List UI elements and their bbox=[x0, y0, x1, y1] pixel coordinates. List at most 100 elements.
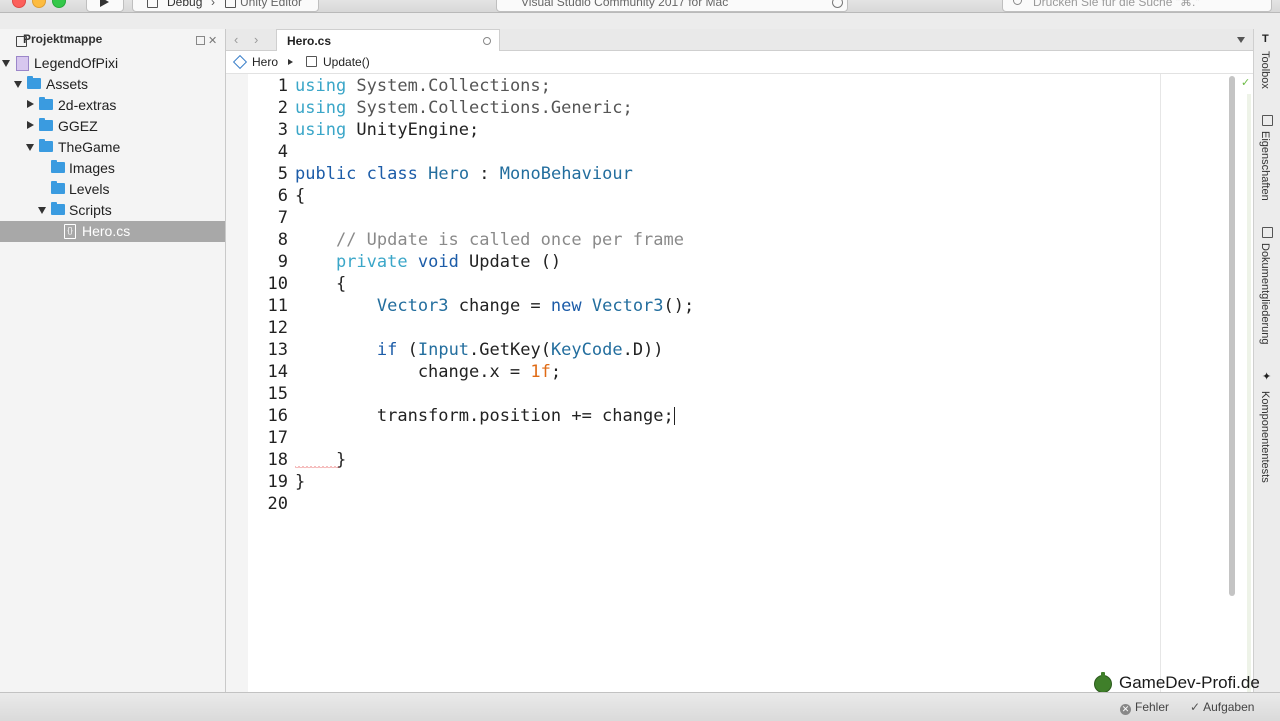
tree-item-images[interactable]: Images bbox=[0, 158, 225, 179]
breadcrumb: Hero Update() bbox=[226, 51, 1253, 74]
tool-unit-tests[interactable]: ✦ Komponententests bbox=[1254, 372, 1280, 513]
code-line[interactable]: 16 transform.position += change; bbox=[226, 405, 1156, 427]
close-window-button[interactable] bbox=[12, 0, 26, 8]
tree-item-ggez[interactable]: GGEZ bbox=[0, 116, 225, 137]
code-text: { bbox=[295, 185, 305, 207]
code-line[interactable]: 14 change.x = 1f; bbox=[226, 361, 1156, 383]
expand-arrow-icon[interactable] bbox=[38, 207, 46, 214]
code-token: UnityEngine; bbox=[346, 120, 480, 140]
code-text: public class Hero : MonoBehaviour bbox=[295, 163, 633, 185]
minimize-window-button[interactable] bbox=[32, 0, 46, 8]
solution-pad: Projektmappe ✕ LegendOfPixi Assets 2d-ex… bbox=[0, 29, 226, 692]
vertical-scrollbar[interactable] bbox=[1229, 76, 1235, 596]
tool-document-outline[interactable]: Dokumentgliederung bbox=[1254, 225, 1280, 375]
errors-button[interactable]: ✕ Fehler bbox=[1120, 700, 1169, 715]
code-line[interactable]: 17 bbox=[226, 427, 1156, 449]
line-number: 6 bbox=[277, 186, 288, 206]
tree-item-solution[interactable]: LegendOfPixi bbox=[0, 53, 225, 74]
search-input[interactable]: Drücken Sie für die Suche "⌘." bbox=[1002, 0, 1272, 12]
configuration-selector[interactable]: Debug › Unity Editor bbox=[132, 0, 319, 12]
code-text: private void Update () bbox=[295, 251, 561, 273]
code-line[interactable]: 7 bbox=[226, 207, 1156, 229]
code-line[interactable]: 4 bbox=[226, 141, 1156, 163]
document-tab-bar: ‹ › Hero.cs bbox=[226, 29, 1253, 52]
forward-icon[interactable]: › bbox=[254, 32, 258, 47]
code-token: 1f bbox=[530, 362, 551, 382]
code-text: if (Input.GetKey(KeyCode.D)) bbox=[295, 339, 664, 361]
code-line[interactable]: 15 bbox=[226, 383, 1156, 405]
tab-hero-cs[interactable]: Hero.cs bbox=[276, 29, 500, 52]
chevron-right-icon: › bbox=[211, 0, 215, 9]
code-token: } bbox=[295, 472, 306, 492]
close-pad-icon[interactable]: ✕ bbox=[208, 34, 217, 47]
close-tab-icon[interactable] bbox=[483, 37, 491, 45]
code-line[interactable]: 3 using UnityEngine; bbox=[226, 119, 1156, 141]
code-token: { bbox=[295, 186, 306, 206]
code-line[interactable]: 10 { bbox=[226, 273, 1156, 295]
target-label: Unity Editor bbox=[240, 0, 303, 9]
code-line[interactable]: 1 using System.Collections; bbox=[226, 75, 1156, 97]
breadcrumb-class[interactable]: Hero bbox=[252, 55, 278, 69]
code-line[interactable]: 2 using System.Collections.Generic; bbox=[226, 97, 1156, 119]
tree-item-levels[interactable]: Levels bbox=[0, 179, 225, 200]
code-line[interactable]: 9 private void Update () bbox=[226, 251, 1156, 273]
line-number: 16 bbox=[267, 406, 288, 426]
solution-icon bbox=[16, 56, 29, 71]
run-button[interactable] bbox=[86, 0, 124, 12]
expand-arrow-icon[interactable] bbox=[14, 81, 22, 88]
code-token: Input bbox=[417, 340, 470, 360]
tree-item-hero-cs[interactable]: {} Hero.cs bbox=[0, 221, 225, 242]
device-icon bbox=[225, 0, 236, 8]
code-line[interactable]: 13 if (Input.GetKey(KeyCode.D)) bbox=[226, 339, 1156, 361]
line-number: 2 bbox=[277, 98, 288, 118]
tree-item-assets[interactable]: Assets bbox=[0, 74, 225, 95]
code-text: using UnityEngine; bbox=[295, 119, 479, 141]
code-token: // Update is called once per frame bbox=[335, 230, 684, 250]
tree-item-thegame[interactable]: TheGame bbox=[0, 137, 225, 158]
tool-toolbox[interactable]: T Toolbox bbox=[1254, 33, 1280, 93]
tab-overflow-icon[interactable] bbox=[1237, 37, 1245, 43]
line-number: 8 bbox=[277, 230, 288, 250]
code-token: public bbox=[295, 164, 357, 184]
collapse-arrow-icon[interactable] bbox=[27, 100, 34, 108]
code-line[interactable]: 5 public class Hero : MonoBehaviour bbox=[226, 163, 1156, 185]
tasks-button[interactable]: ✓ Aufgaben bbox=[1190, 700, 1254, 714]
update-icon[interactable] bbox=[832, 0, 843, 8]
code-line[interactable]: 8 // Update is called once per frame bbox=[226, 229, 1156, 251]
code-line[interactable]: 12 bbox=[226, 317, 1156, 339]
tree-item-scripts[interactable]: Scripts bbox=[0, 200, 225, 221]
tool-properties[interactable]: Eigenschaften bbox=[1254, 113, 1280, 213]
back-icon[interactable]: ‹ bbox=[234, 32, 238, 47]
line-number: 4 bbox=[277, 142, 288, 162]
dock-icon[interactable] bbox=[196, 36, 205, 45]
collapse-arrow-icon[interactable] bbox=[27, 121, 34, 129]
code-token: change.x = bbox=[295, 362, 531, 382]
code-token: new bbox=[550, 296, 582, 316]
code-line[interactable]: 6{ bbox=[226, 185, 1156, 207]
tree-item-2d-extras[interactable]: 2d-extras bbox=[0, 95, 225, 116]
potion-icon bbox=[1094, 672, 1112, 693]
status-area: Visual Studio Community 2017 for Mac bbox=[496, 0, 848, 12]
line-number: 11 bbox=[267, 296, 288, 316]
expand-arrow-icon[interactable] bbox=[2, 60, 10, 67]
class-icon bbox=[232, 54, 248, 70]
code-token: using bbox=[295, 76, 347, 96]
zoom-window-button[interactable] bbox=[52, 0, 66, 8]
code-line[interactable]: 19} bbox=[226, 471, 1156, 493]
code-editor[interactable]: 1 using System.Collections; 2 using System.… bbox=[226, 74, 1253, 694]
code-line[interactable]: 20 bbox=[226, 493, 1156, 515]
code-token: (); bbox=[663, 296, 695, 316]
code-line[interactable]: 18 } bbox=[226, 449, 1156, 471]
code-token: void bbox=[417, 252, 459, 272]
code-line[interactable]: 11 Vector3 change = new Vector3(); bbox=[226, 295, 1156, 317]
folder-icon bbox=[27, 76, 41, 89]
breadcrumb-member[interactable]: Update() bbox=[323, 55, 370, 69]
folder-icon bbox=[51, 160, 65, 173]
code-token: Hero bbox=[428, 164, 470, 184]
method-icon bbox=[306, 56, 317, 67]
expand-arrow-icon[interactable] bbox=[26, 144, 34, 151]
